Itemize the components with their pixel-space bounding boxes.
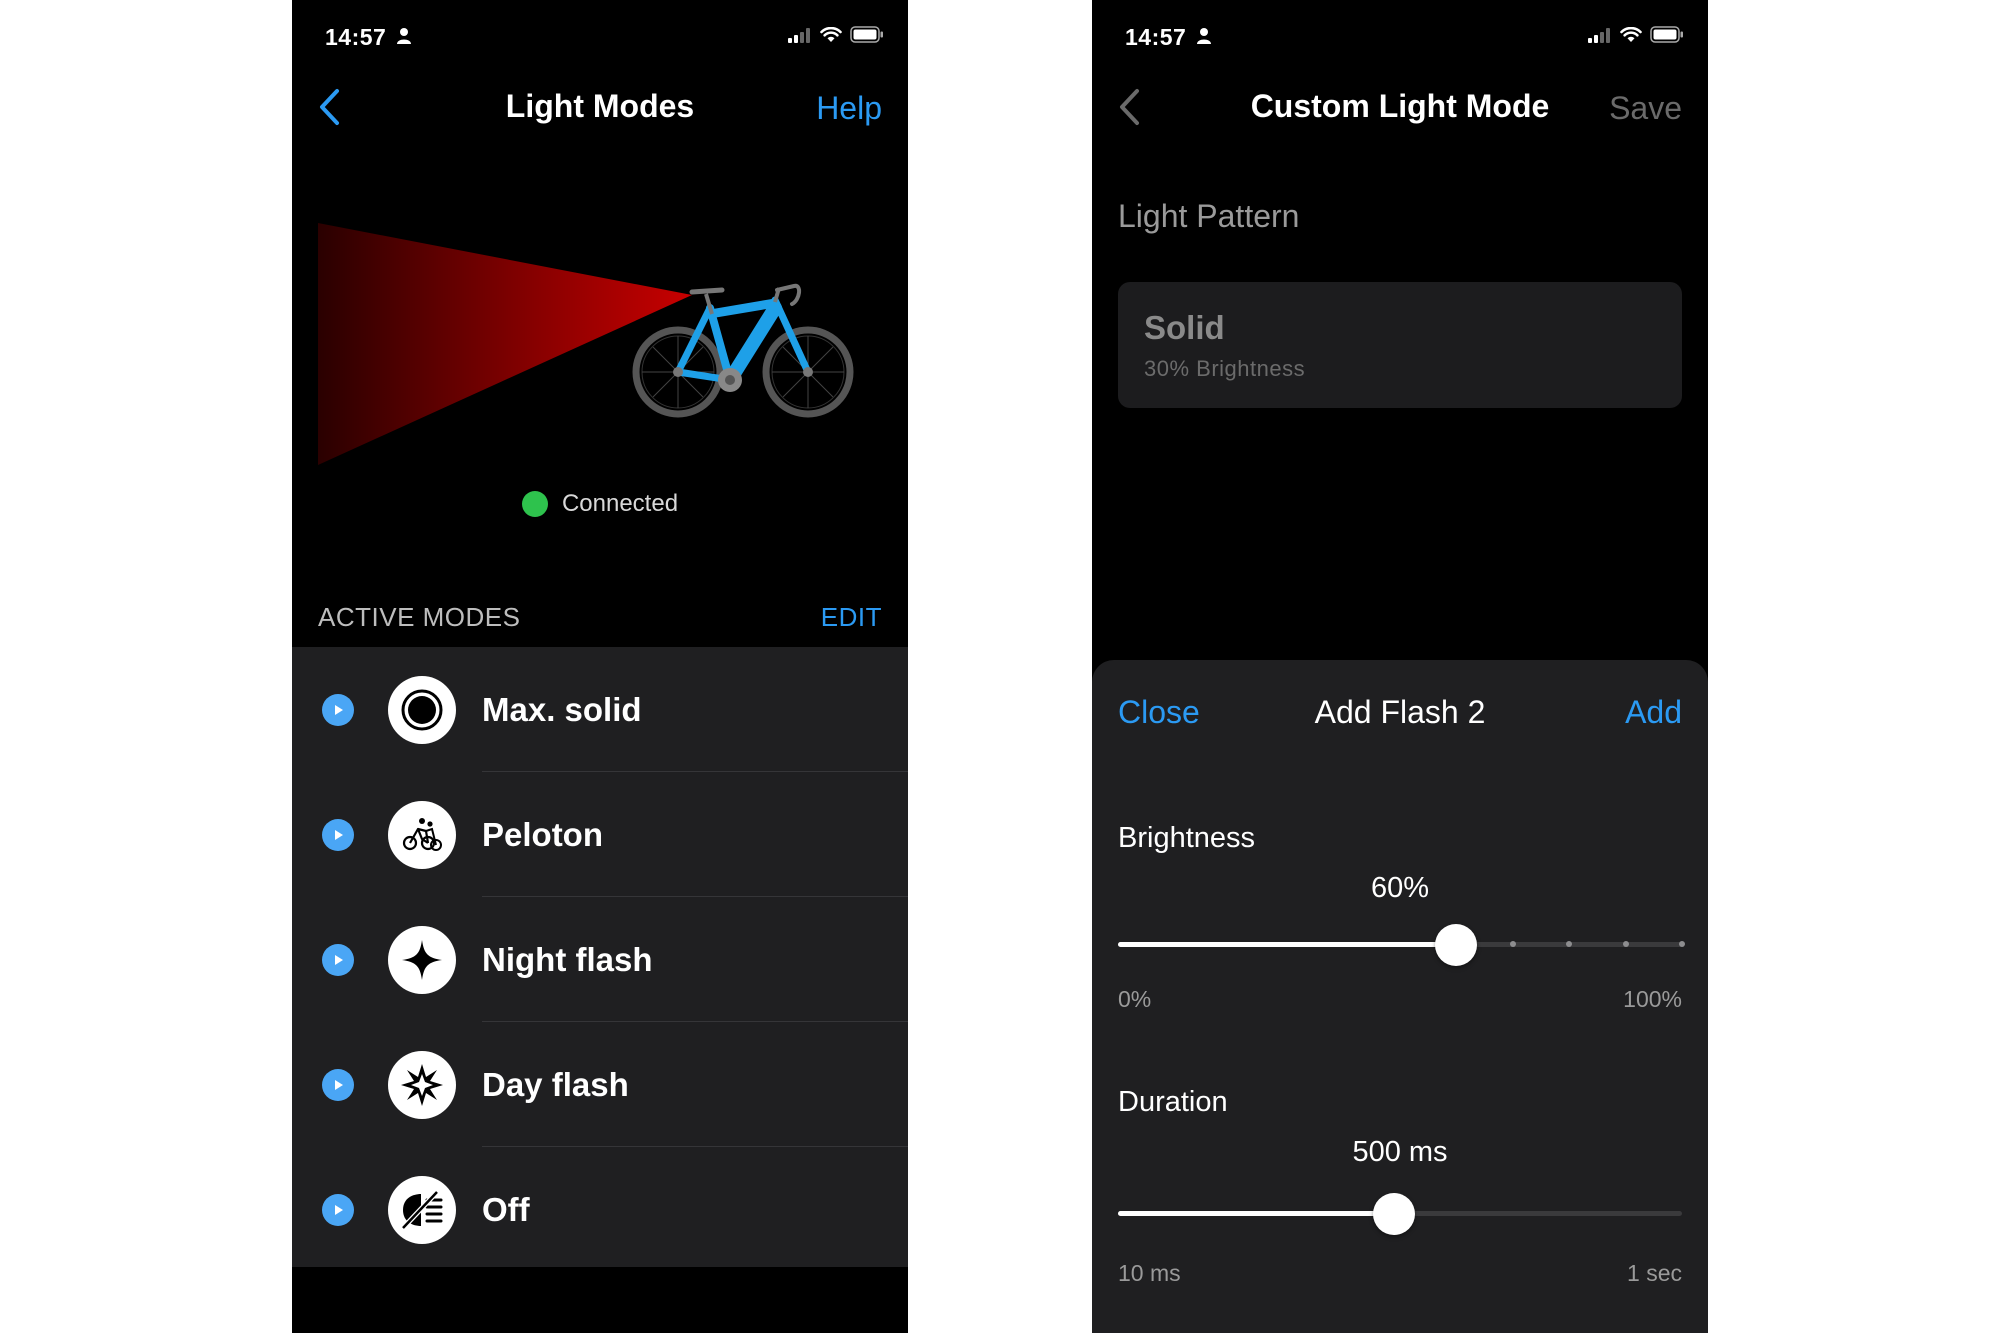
brightness-min-label: 0% [1118,986,1152,1012]
play-icon[interactable] [322,693,354,726]
duration-min-label: 10 ms [1118,1260,1181,1286]
modes-list: Max. solid Peloton Night flash Day flash [292,647,908,1267]
edit-button[interactable]: EDIT [821,602,882,633]
sheet-header: Close Add Flash 2 Add [1118,688,1682,738]
mode-row-max-solid[interactable]: Max. solid [292,647,908,772]
duration-label: Duration [1118,1086,1228,1118]
brightness-slider[interactable] [1118,924,1685,966]
light-pattern-heading: Light Pattern [1118,198,1300,234]
section-header: ACTIVE MODES EDIT [318,600,882,634]
slider-tick [1679,941,1685,947]
status-time: 14:57 [1125,24,1187,50]
status-time: 14:57 [325,24,387,50]
nav-bar: Custom Light Mode Save [1092,70,1708,145]
slider-tick [1509,941,1516,947]
custom-light-mode-screen: 14:57 Custom Light Mode Save Light Patte… [1092,0,1708,1333]
pattern-name: Solid [1144,309,1225,346]
mode-row-night-flash[interactable]: Night flash [292,897,908,1022]
sheet-title: Add Flash 2 [1314,694,1486,730]
duration-max-label: 1 sec [1627,1260,1682,1286]
section-title: ACTIVE MODES [318,601,521,632]
day-flash-icon [388,1050,456,1119]
light-off-icon [388,1175,456,1244]
play-icon[interactable] [322,943,354,976]
help-button[interactable]: Help [816,90,882,127]
night-flash-icon [388,925,456,994]
mode-label: Day flash [482,1065,629,1103]
slider-tick [1622,941,1629,947]
brightness-label: Brightness [1118,822,1256,854]
status-bar: 14:57 [292,0,908,70]
wifi-icon [1620,26,1642,48]
add-button[interactable]: Add [1625,694,1682,731]
save-button[interactable]: Save [1609,90,1682,127]
add-flash-sheet: Close Add Flash 2 Add Brightness 60% 0% … [1092,660,1708,1333]
status-bar: 14:57 [1092,0,1708,70]
max-solid-icon [388,675,456,744]
slider-thumb[interactable] [1373,1193,1416,1235]
duration-value: 500 ms [1352,1136,1448,1168]
light-modes-screen: 14:57 Light Modes Help Connected ACTIVE … [292,0,908,1333]
play-icon[interactable] [322,818,354,851]
duration-slider[interactable] [1118,1193,1682,1235]
slider-thumb[interactable] [1435,924,1478,966]
mode-row-day-flash[interactable]: Day flash [292,1022,908,1147]
cellular-signal-icon [1588,27,1612,48]
status-dot [521,491,548,517]
mode-label: Max. solid [482,690,642,728]
play-icon[interactable] [322,1193,354,1226]
slider-fill [1118,942,1457,947]
pattern-subtitle: 30% Brightness [1144,356,1306,381]
light-beam [318,223,692,465]
battery-icon [1650,26,1684,48]
person-icon [1196,27,1212,50]
connection-status: Connected [292,490,908,518]
brightness-value: 60% [1370,872,1430,904]
connection-status-text: Connected [561,490,679,517]
bike-illustration [292,190,908,490]
person-icon [396,27,412,50]
battery-icon [850,26,884,48]
peloton-icon [388,800,456,869]
cellular-signal-icon [788,27,812,48]
mode-label: Off [482,1190,530,1228]
brightness-max-label: 100% [1623,986,1682,1012]
slider-fill [1118,1211,1395,1216]
mode-row-peloton[interactable]: Peloton [292,772,908,897]
mode-row-off[interactable]: Off [292,1147,908,1272]
wifi-icon [820,26,842,48]
mode-label: Night flash [482,940,653,978]
light-pattern-card[interactable]: Solid 30% Brightness [1118,282,1682,408]
nav-bar: Light Modes Help [292,70,908,145]
play-icon[interactable] [322,1068,354,1101]
mode-label: Peloton [482,815,603,853]
